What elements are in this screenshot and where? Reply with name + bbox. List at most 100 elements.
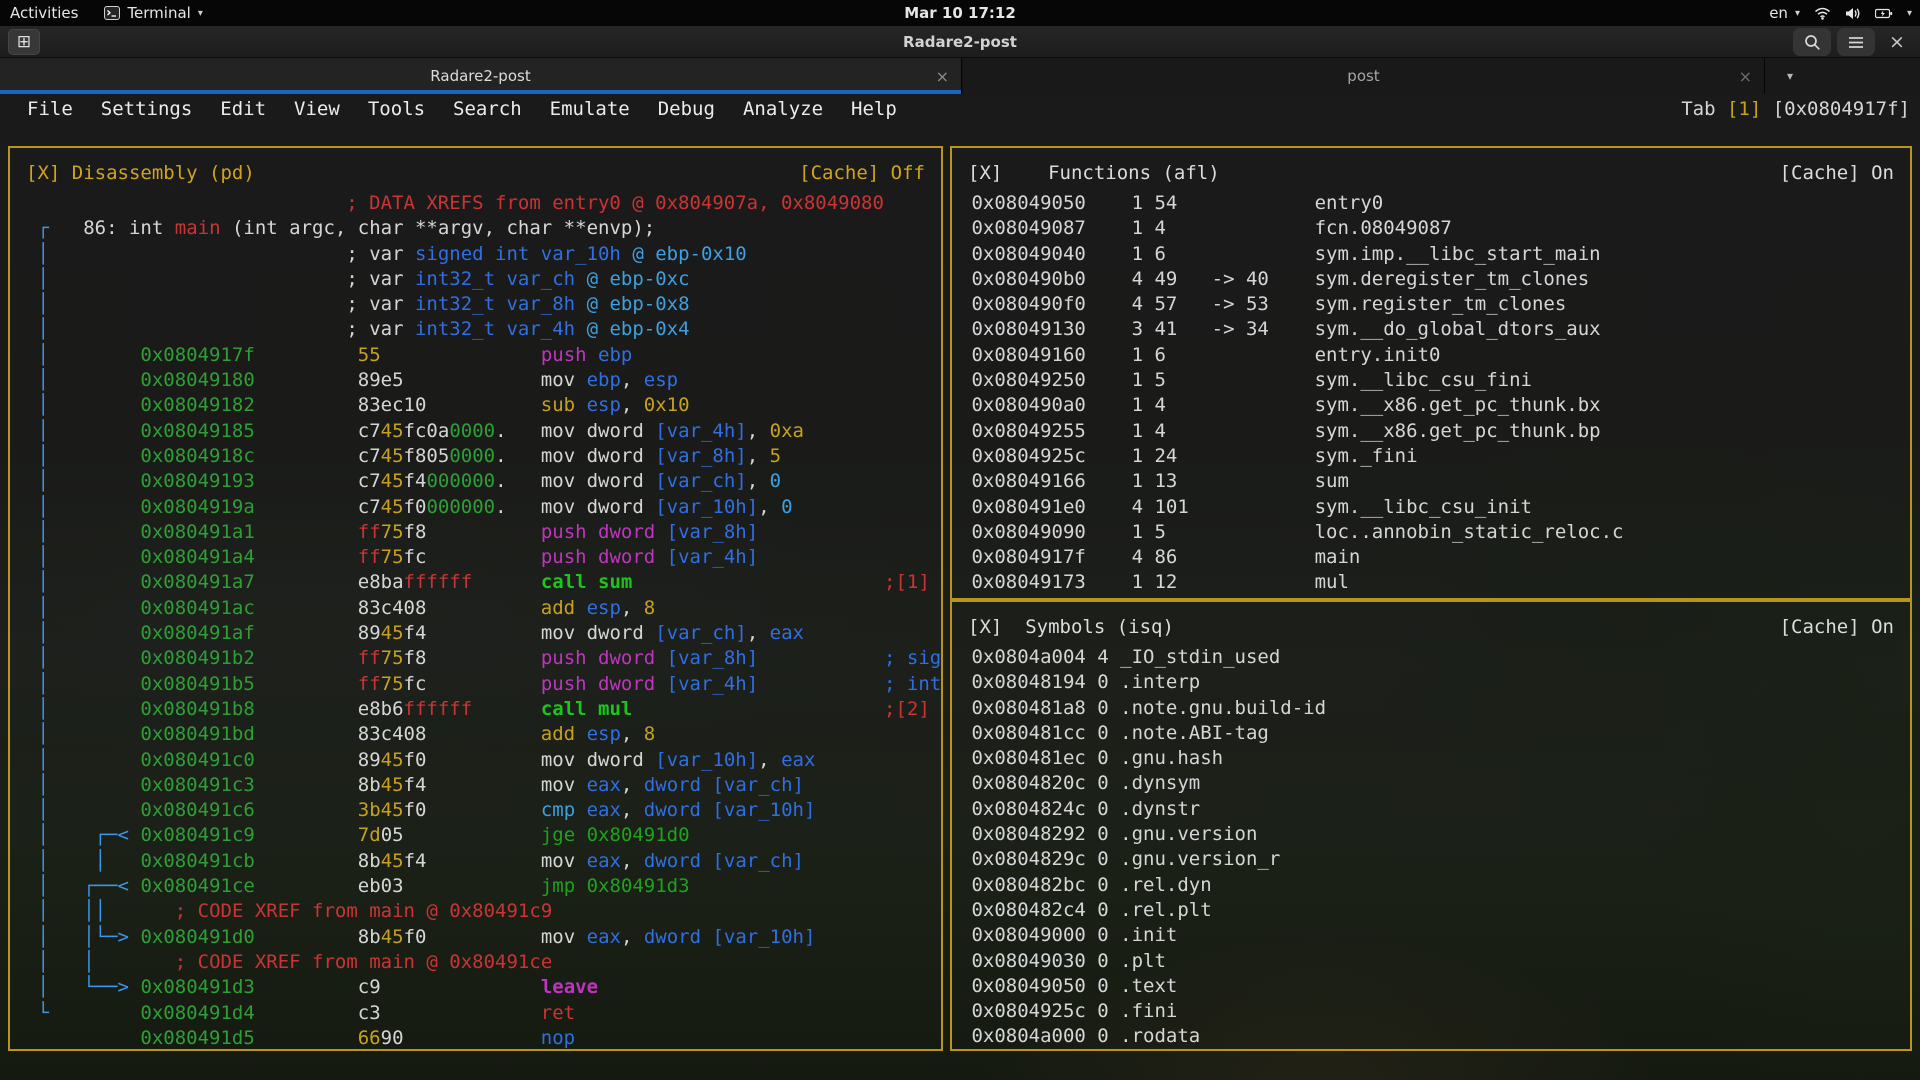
disasm-line[interactable]: │ ; var int32_t var_ch @ ebp-0xc <box>26 267 941 292</box>
disasm-line[interactable]: │ 0x08049193 c745f4000000. mov dword [va… <box>26 469 941 494</box>
symbol-row[interactable]: 0x08049050 0 .text <box>960 974 1910 999</box>
wifi-icon <box>1814 7 1831 20</box>
menu-item-analyze[interactable]: Analyze <box>743 98 823 120</box>
symbol-row[interactable]: 0x080481ec 0 .gnu.hash <box>960 746 1910 771</box>
symbol-row[interactable]: 0x0804820c 0 .dynsym <box>960 771 1910 796</box>
symbol-row[interactable]: 0x080482bc 0 .rel.dyn <box>960 873 1910 898</box>
hamburger-menu-button[interactable] <box>1837 28 1875 56</box>
symbol-row[interactable]: 0x080481cc 0 .note.ABI-tag <box>960 721 1910 746</box>
function-row[interactable]: 0x08049173 1 12 mul <box>960 570 1910 595</box>
symbol-row[interactable]: 0x08049030 0 .plt <box>960 949 1910 974</box>
cache-indicator: [Cache] On <box>1779 162 1894 184</box>
menu-item-help[interactable]: Help <box>851 98 897 120</box>
tab-post[interactable]: post × <box>963 58 1765 94</box>
disasm-line[interactable]: ; DATA XREFS from entry0 @ 0x804907a, 0x… <box>26 191 941 216</box>
function-row[interactable]: 0x08049087 1 4 fcn.08049087 <box>960 216 1910 241</box>
symbol-row[interactable]: 0x0804a000 0 .rodata <box>960 1024 1910 1049</box>
disasm-line[interactable]: │ 0x080491c3 8b45f4 mov eax, dword [var_… <box>26 773 941 798</box>
new-tab-button[interactable]: ⊞ <box>8 29 40 55</box>
symbol-row[interactable]: 0x0804925c 0 .fini <box>960 999 1910 1024</box>
disasm-line[interactable]: │ 0x080491b5 ff75fc push dword [var_4h] … <box>26 672 941 697</box>
function-row[interactable]: 0x080491e0 4 101 sym.__libc_csu_init <box>960 495 1910 520</box>
symbol-row[interactable]: 0x0804824c 0 .dynstr <box>960 797 1910 822</box>
system-status-area[interactable]: en ▾ ▾ <box>1769 0 1912 26</box>
function-row[interactable]: 0x0804917f 4 86 main <box>960 545 1910 570</box>
function-row[interactable]: 0x08049160 1 6 entry.init0 <box>960 343 1910 368</box>
clock[interactable]: Mar 10 17:12 <box>904 0 1016 26</box>
disasm-line[interactable]: │ ; var int32_t var_8h @ ebp-0x8 <box>26 292 941 317</box>
disasm-line[interactable]: 0x080491d5 6690 nop <box>26 1026 941 1051</box>
symbol-row[interactable]: 0x0804829c 0 .gnu.version_r <box>960 847 1910 872</box>
tab-label: Radare2-post <box>430 67 531 85</box>
panel-functions: [X] Functions (afl) [Cache] On 0x0804905… <box>950 146 1912 600</box>
function-row[interactable]: 0x08049130 3 41 -> 34 sym.__do_global_dt… <box>960 317 1910 342</box>
tab-radare2-post[interactable]: Radare2-post × <box>0 58 962 94</box>
symbol-row[interactable]: 0x0804a004 4 _IO_stdin_used <box>960 645 1910 670</box>
menu-item-search[interactable]: Search <box>453 98 522 120</box>
disasm-line[interactable]: │ 0x080491a4 ff75fc push dword [var_4h] <box>26 545 941 570</box>
cache-indicator: [Cache] On <box>1779 616 1894 638</box>
function-row[interactable]: 0x08049040 1 6 sym.imp.__libc_start_main <box>960 242 1910 267</box>
disasm-line[interactable]: │ ; var signed int var_10h @ ebp-0x10 <box>26 242 941 267</box>
menu-item-file[interactable]: File <box>27 98 73 120</box>
symbol-row[interactable]: 0x080481a8 0 .note.gnu.build-id <box>960 696 1910 721</box>
disasm-line[interactable]: │ 0x08049180 89e5 mov ebp, esp <box>26 368 941 393</box>
disasm-line[interactable]: │ 0x08049185 c745fc0a0000. mov dword [va… <box>26 419 941 444</box>
menu-item-emulate[interactable]: Emulate <box>550 98 630 120</box>
disasm-line[interactable]: │ 0x080491b8 e8b6ffffff call mul ;[2] <box>26 697 941 722</box>
disasm-line[interactable]: │ ││ ; CODE XREF from main @ 0x80491c9 <box>26 899 941 924</box>
disasm-line[interactable]: │ 0x0804919a c745f0000000. mov dword [va… <box>26 495 941 520</box>
menu-item-view[interactable]: View <box>294 98 340 120</box>
disasm-line[interactable]: │ 0x080491af 8945f4 mov dword [var_ch], … <box>26 621 941 646</box>
new-tab-icon: ⊞ <box>16 32 32 52</box>
window-close-button[interactable]: × <box>1883 28 1911 56</box>
disasm-line[interactable]: │ 0x0804917f 55 push ebp <box>26 343 941 368</box>
symbol-row[interactable]: 0x08048194 0 .interp <box>960 670 1910 695</box>
search-button[interactable] <box>1793 28 1831 56</box>
cache-indicator: [Cache] Off <box>799 162 925 184</box>
disasm-line[interactable]: │ ┌──< 0x080491ce eb03 jmp 0x80491d3 <box>26 874 941 899</box>
tab-close-icon[interactable]: × <box>936 58 949 94</box>
menu-item-edit[interactable]: Edit <box>220 98 266 120</box>
panel-symbols: [X] Symbols (isq) [Cache] On 0x0804a004 … <box>950 600 1912 1051</box>
disasm-line[interactable]: │ 0x080491b2 ff75f8 push dword [var_8h] … <box>26 646 941 671</box>
disasm-line[interactable]: ┌ 86: int main (int argc, char **argv, c… <box>26 216 941 241</box>
disasm-line[interactable]: │ ; var int32_t var_4h @ ebp-0x4 <box>26 317 941 342</box>
tab-close-icon[interactable]: × <box>1739 58 1752 94</box>
symbol-row[interactable]: 0x08048292 0 .gnu.version <box>960 822 1910 847</box>
function-row[interactable]: 0x080490b0 4 49 -> 40 sym.deregister_tm_… <box>960 267 1910 292</box>
menu-item-tools[interactable]: Tools <box>368 98 425 120</box>
function-row[interactable]: 0x0804925c 1 24 sym._fini <box>960 444 1910 469</box>
function-row[interactable]: 0x08049090 1 5 loc..annobin_static_reloc… <box>960 520 1910 545</box>
menu-item-settings[interactable]: Settings <box>101 98 193 120</box>
disasm-line[interactable]: │ 0x080491a1 ff75f8 push dword [var_8h] <box>26 520 941 545</box>
disasm-line[interactable]: │ 0x080491c0 8945f0 mov dword [var_10h],… <box>26 748 941 773</box>
disasm-line[interactable]: │ │ ; CODE XREF from main @ 0x80491ce <box>26 950 941 975</box>
keyboard-layout-indicator[interactable]: en ▾ <box>1769 0 1800 26</box>
function-row[interactable]: 0x08049050 1 54 entry0 <box>960 191 1910 216</box>
function-row[interactable]: 0x080490f0 4 57 -> 53 sym.register_tm_cl… <box>960 292 1910 317</box>
disasm-line[interactable]: │ 0x080491bd 83c408 add esp, 8 <box>26 722 941 747</box>
disasm-line[interactable]: │ │ 0x080491cb 8b45f4 mov eax, dword [va… <box>26 849 941 874</box>
disasm-line[interactable]: │ 0x080491ac 83c408 add esp, 8 <box>26 596 941 621</box>
tab-list-dropdown-button[interactable]: ▾ <box>1765 58 1920 94</box>
disasm-line[interactable]: │ └──> 0x080491d3 c9 leave <box>26 975 941 1000</box>
function-row[interactable]: 0x080490a0 1 4 sym.__x86.get_pc_thunk.bx <box>960 393 1910 418</box>
symbol-row[interactable]: 0x080482c4 0 .rel.plt <box>960 898 1910 923</box>
disasm-line[interactable]: │ ┌─< 0x080491c9 7d05 jge 0x80491d0 <box>26 823 941 848</box>
disasm-line[interactable]: │ 0x080491c6 3b45f0 cmp eax, dword [var_… <box>26 798 941 823</box>
disasm-line[interactable]: │ │└─> 0x080491d0 8b45f0 mov eax, dword … <box>26 925 941 950</box>
panel-disassembly: [X] Disassembly (pd) [Cache] Off ; DATA … <box>8 146 943 1051</box>
disasm-line[interactable]: │ 0x080491a7 e8baffffff call sum ;[1] <box>26 570 941 595</box>
symbol-row[interactable]: 0x08049000 0 .init <box>960 923 1910 948</box>
disasm-line[interactable]: │ 0x08049182 83ec10 sub esp, 0x10 <box>26 393 941 418</box>
panel-title: [X] Disassembly (pd) <box>26 162 255 184</box>
function-row[interactable]: 0x08049250 1 5 sym.__libc_csu_fini <box>960 368 1910 393</box>
disasm-line[interactable]: └ 0x080491d4 c3 ret <box>26 1001 941 1026</box>
function-row[interactable]: 0x08049166 1 13 sum <box>960 469 1910 494</box>
disasm-line[interactable]: │ 0x0804918c c745f8050000. mov dword [va… <box>26 444 941 469</box>
function-row[interactable]: 0x08049255 1 4 sym.__x86.get_pc_thunk.bp <box>960 419 1910 444</box>
activities-button[interactable]: Activities <box>10 0 78 26</box>
menu-item-debug[interactable]: Debug <box>658 98 715 120</box>
app-menu-terminal[interactable]: Terminal ▾ <box>104 0 203 26</box>
